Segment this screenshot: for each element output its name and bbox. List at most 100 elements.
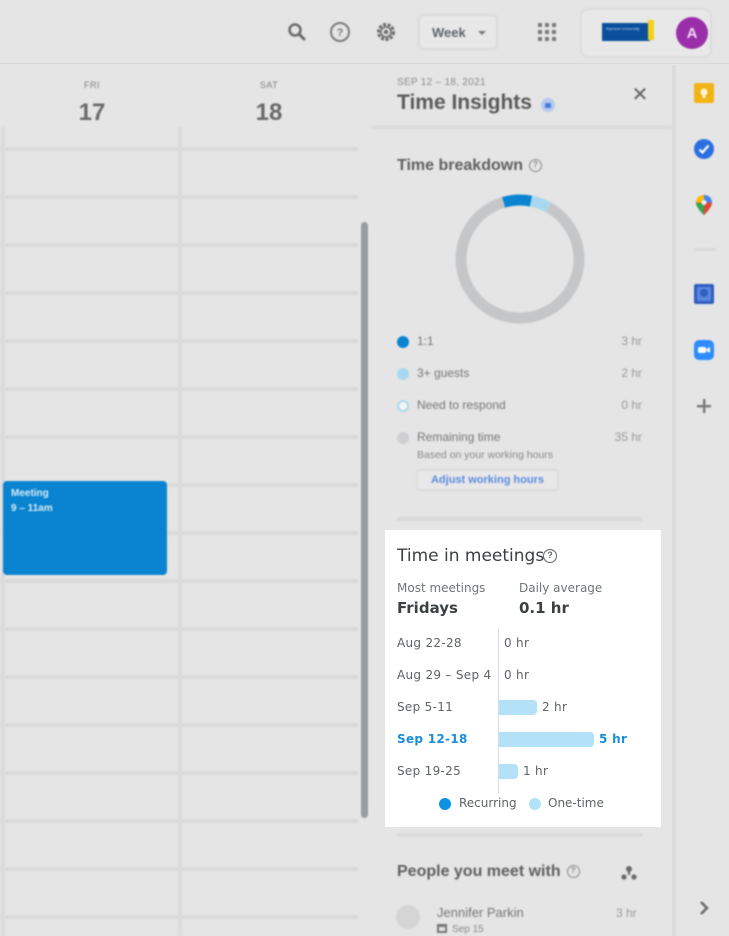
settings-icon[interactable] [374,20,398,44]
view-select-value: Week [432,24,466,40]
expand-chevron-icon[interactable] [693,897,715,919]
chart-bar-row: Aug 22-28 0 hr [385,633,661,653]
legend-dot-recurring [439,798,451,810]
time-breakdown-donut [455,194,585,324]
zoom-icon[interactable] [693,339,715,361]
legend-dot [397,432,409,444]
week-label: Aug 22-28 [397,636,462,650]
help-icon[interactable]: ? [566,865,580,879]
week-label: Sep 19-25 [397,764,462,778]
chart-bar[interactable] [499,764,518,779]
side-apps-rail [672,65,729,936]
chart-bar-row: Sep 12-18 5 hr [385,729,661,749]
bar-value-label: 0 hr [504,668,530,682]
people-settings-icon[interactable] [621,865,637,881]
person-name[interactable]: Jennifer Parkin [437,905,524,920]
calendar-event[interactable]: Meeting 9 – 11am [3,481,167,575]
legend-dot [397,400,409,412]
avatar[interactable]: A [676,17,708,49]
chart-bar-row: Sep 19-25 1 hr [385,761,661,781]
time-in-meetings-title: Time in meetings [397,546,545,566]
daily-average-label: Daily average [519,581,603,595]
day-header-sat[interactable]: SAT 18 [209,80,329,127]
breakdown-value: 35 hr [614,430,642,444]
tasks-icon[interactable] [693,138,715,160]
breakdown-label: Need to respond [417,398,506,412]
svg-text:?: ? [337,27,344,39]
breakdown-row-remaining: Remaining time 35 hr [397,429,642,447]
apps-grid-icon[interactable] [535,20,559,44]
avatar-initial: A [686,24,698,42]
view-select[interactable]: Week [418,14,498,50]
org-logo-text: Ryerson University [606,26,640,31]
person-next-meeting: Sep 15 [437,924,484,935]
donut-segment [502,194,533,208]
add-icon[interactable] [693,395,715,417]
person-hours: 3 hr [616,906,637,920]
legend-label-recurring: Recurring [459,796,517,810]
keep-icon[interactable] [693,82,715,104]
donut-segment [455,197,585,324]
breakdown-label: Remaining time [417,430,501,444]
close-icon: ✕ [631,84,649,106]
maps-icon[interactable] [693,194,715,216]
section-title-text: Time breakdown [397,157,523,174]
breakdown-row-guests: 3+ guests 2 hr [397,365,642,383]
bar-value-label: 1 hr [523,764,549,778]
week-label: Sep 5-11 [397,700,454,714]
day-divider [178,127,182,936]
remaining-note: Based on your working hours [417,449,553,461]
contacts-icon[interactable] [693,283,715,305]
section-divider [397,517,642,521]
most-meetings-label: Most meetings [397,581,486,595]
donut-segment [529,195,552,213]
chart-bar[interactable] [499,700,537,715]
top-bar: ? Week Ryerson University A [0,0,729,64]
breakdown-row-need-respond: Need to respond 0 hr [397,397,642,415]
calendar-icon [437,924,447,933]
people-title: People you meet with? [397,863,580,881]
lock-icon [541,98,555,112]
help-icon[interactable]: ? [328,20,352,44]
legend-dot [397,368,409,380]
bar-value-label: 0 hr [504,636,530,650]
organization-logo: Ryerson University [602,20,654,41]
calendar-scrollbar[interactable] [361,222,368,818]
breakdown-value: 0 hr [621,398,642,412]
close-button[interactable]: ✕ [630,85,650,105]
account-switcher[interactable]: Ryerson University A [580,8,712,58]
chart-bar[interactable] [499,732,594,747]
breakdown-label: 1:1 [417,334,434,348]
day-of-week: SAT [259,80,279,90]
chevron-down-icon [478,31,486,35]
legend-dot-one-time [529,798,541,810]
day-number[interactable]: 17 [32,99,152,127]
legend-dot [397,336,409,348]
daily-average-value: 0.1 hr [519,599,569,617]
week-label: Sep 12-18 [397,732,468,746]
breakdown-value: 2 hr [621,366,642,380]
rail-divider [694,248,716,251]
time-breakdown-title: Time breakdown? [397,157,542,175]
bar-value-label: 5 hr [599,732,628,746]
date-range: SEP 12 – 18, 2021 [397,77,486,88]
week-label: Aug 29 – Sep 4 [397,668,492,682]
breakdown-value: 3 hr [621,334,642,348]
search-icon[interactable] [285,20,309,44]
event-title: Meeting [11,488,49,499]
section-divider [397,833,642,837]
chart-legend: Recurring One-time [385,796,661,812]
chart-bar-row: Aug 29 – Sep 4 0 hr [385,665,661,685]
event-time: 9 – 11am [11,503,53,514]
legend-label-one-time: One-time [548,796,604,810]
day-header-fri[interactable]: FRI 17 [32,80,152,127]
help-icon[interactable]: ? [528,159,542,173]
day-number[interactable]: 18 [209,99,329,127]
help-icon[interactable]: ? [543,549,557,563]
section-title-text: People you meet with [397,863,561,880]
adjust-working-hours-button[interactable]: Adjust working hours [416,469,559,491]
panel-title: Time Insights [397,91,532,114]
bar-value-label: 2 hr [542,700,568,714]
most-meetings-value: Fridays [397,599,458,617]
time-in-meetings-card: Time in meetings ? Most meetings Fridays… [385,530,661,827]
